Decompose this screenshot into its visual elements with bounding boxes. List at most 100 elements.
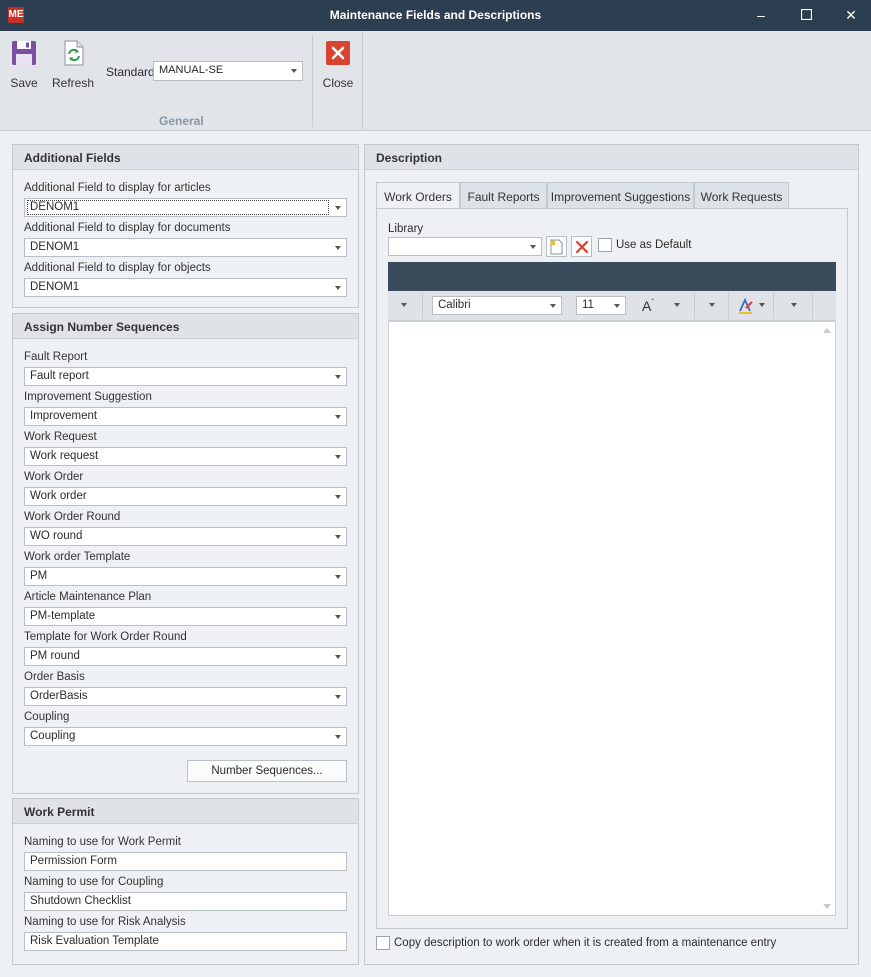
description-header: Description	[365, 145, 858, 170]
documents-field-value: DENOM1	[30, 241, 80, 253]
save-label: Save	[10, 76, 38, 90]
library-dropdown[interactable]	[388, 237, 542, 256]
tab-work-requests[interactable]: Work Requests	[694, 182, 789, 209]
copy-description-checkbox[interactable]	[376, 936, 390, 950]
description-editor[interactable]	[388, 321, 836, 916]
work-order-round-label: Work Order Round	[24, 511, 121, 523]
work-order-dropdown[interactable]: Work order	[24, 487, 347, 506]
tab-work-orders[interactable]: Work Orders	[376, 182, 460, 210]
standard-label: Standard	[106, 65, 155, 79]
grow-font-glyph: A	[642, 298, 652, 314]
chevron-down-icon	[335, 495, 341, 499]
save-icon	[12, 41, 36, 65]
work-permit-naming-input[interactable]: Permission Form	[24, 852, 347, 871]
coupling-naming-input[interactable]: Shutdown Checklist	[24, 892, 347, 911]
chevron-down-icon	[550, 304, 556, 308]
coupling-dropdown[interactable]: Coupling	[24, 727, 347, 746]
work-permit-panel: Work Permit Naming to use for Work Permi…	[12, 798, 359, 965]
work-request-label: Work Request	[24, 431, 97, 443]
chevron-down-icon[interactable]	[759, 303, 765, 307]
chevron-down-icon	[335, 375, 341, 379]
article-maintenance-plan-dropdown[interactable]: PM-template	[24, 607, 347, 626]
maximize-button[interactable]	[786, 0, 826, 31]
work-permit-naming-label: Naming to use for Work Permit	[24, 836, 182, 848]
chevron-down-icon	[335, 695, 341, 699]
objects-field-dropdown[interactable]: DENOM1	[24, 278, 347, 297]
coupling-label: Coupling	[24, 711, 70, 723]
order-basis-dropdown[interactable]: OrderBasis	[24, 687, 347, 706]
chevron-down-icon	[335, 286, 341, 290]
toolbar-divider	[812, 293, 813, 319]
delete-library-entry-button[interactable]	[571, 236, 592, 257]
ribbon-divider	[312, 35, 313, 127]
chevron-down-icon[interactable]	[791, 303, 797, 307]
coupling-value: Coupling	[30, 730, 76, 742]
editor-ribbon-bar	[388, 262, 836, 291]
editor-toolbar: Calibri 11 Aˆ	[388, 291, 836, 321]
toolbar-divider	[728, 293, 729, 319]
work-permit-header: Work Permit	[13, 799, 358, 824]
improvement-suggestion-value: Improvement	[30, 410, 98, 422]
work-request-value: Work request	[30, 450, 99, 462]
order-basis-value: OrderBasis	[30, 690, 88, 702]
documents-field-dropdown[interactable]: DENOM1	[24, 238, 347, 257]
chevron-down-icon[interactable]	[709, 303, 715, 307]
new-document-icon	[550, 239, 563, 255]
use-as-default-checkbox[interactable]	[598, 238, 612, 252]
standard-dropdown[interactable]: MANUAL-SE	[153, 61, 303, 81]
work-order-label: Work Order	[24, 471, 84, 483]
additional-fields-header: Additional Fields	[13, 145, 358, 170]
articles-field-dropdown[interactable]: DENOM1	[24, 198, 347, 217]
ribbon-divider	[362, 31, 363, 131]
delete-icon	[575, 240, 588, 254]
chevron-down-icon[interactable]	[401, 303, 407, 307]
toolbar-divider	[694, 293, 695, 319]
font-name-dropdown[interactable]: Calibri	[432, 296, 562, 315]
font-size-dropdown[interactable]: 11	[576, 296, 626, 315]
work-order-template-dropdown[interactable]: PM	[24, 567, 347, 586]
article-maintenance-plan-label: Article Maintenance Plan	[24, 591, 152, 603]
refresh-label: Refresh	[52, 76, 95, 90]
chevron-down-icon	[291, 69, 297, 73]
toolbar-divider	[773, 293, 774, 319]
new-library-entry-button[interactable]	[546, 236, 567, 257]
risk-analysis-naming-label: Naming to use for Risk Analysis	[24, 916, 186, 928]
chevron-down-icon	[335, 246, 341, 250]
scroll-up-icon[interactable]	[823, 328, 831, 333]
work-request-dropdown[interactable]: Work request	[24, 447, 347, 466]
work-order-round-value: WO round	[30, 530, 83, 542]
articles-field-value: DENOM1	[27, 200, 329, 215]
articles-field-label: Additional Field to display for articles	[24, 182, 211, 194]
tab-improvement-suggestions[interactable]: Improvement Suggestions	[547, 182, 694, 209]
work-order-value: Work order	[30, 490, 87, 502]
number-sequences-panel: Assign Number Sequences Fault Report Fau…	[12, 313, 359, 794]
minimize-button[interactable]: –	[741, 0, 781, 31]
chevron-down-icon[interactable]	[674, 303, 680, 307]
close-label: Close	[322, 76, 354, 90]
improvement-suggestion-dropdown[interactable]: Improvement	[24, 407, 347, 426]
work-order-round-dropdown[interactable]: WO round	[24, 527, 347, 546]
work-order-template-label: Work order Template	[24, 551, 131, 563]
window-close-button[interactable]: ✕	[831, 0, 871, 31]
additional-fields-panel: Additional Fields Additional Field to di…	[12, 144, 359, 308]
toolbar-divider	[422, 293, 423, 319]
work-order-template-value: PM	[30, 570, 48, 582]
refresh-button[interactable]: Refresh	[52, 37, 94, 90]
tab-fault-reports[interactable]: Fault Reports	[460, 182, 547, 209]
scroll-down-icon[interactable]	[823, 904, 831, 909]
text-color-icon[interactable]	[738, 298, 754, 314]
fault-report-dropdown[interactable]: Fault report	[24, 367, 347, 386]
chevron-down-icon	[335, 535, 341, 539]
documents-field-label: Additional Field to display for document…	[24, 222, 231, 234]
ribbon: Save Refresh Standard MANUAL-SE General …	[0, 31, 871, 131]
close-button[interactable]: Close	[322, 37, 354, 90]
number-sequences-button[interactable]: Number Sequences...	[187, 760, 347, 782]
template-wo-round-dropdown[interactable]: PM round	[24, 647, 347, 666]
copy-description-label: Copy description to work order when it i…	[394, 937, 777, 949]
save-button[interactable]: Save	[8, 37, 40, 90]
grow-font-icon[interactable]: Aˆ	[642, 298, 654, 314]
chevron-down-icon	[335, 575, 341, 579]
risk-analysis-naming-input[interactable]: Risk Evaluation Template	[24, 932, 347, 951]
refresh-icon	[64, 40, 84, 66]
chevron-down-icon	[335, 206, 341, 210]
